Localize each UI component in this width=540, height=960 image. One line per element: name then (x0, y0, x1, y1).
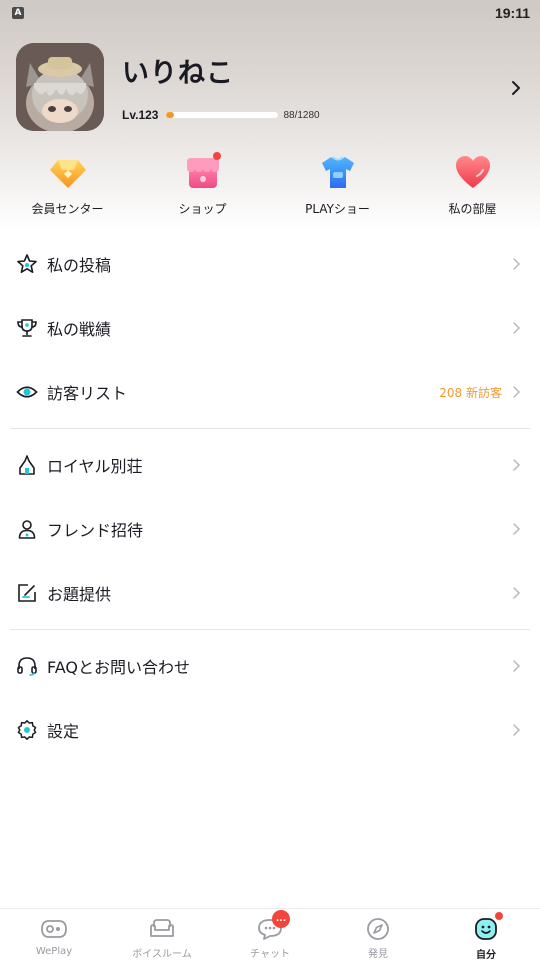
tab-weplay[interactable]: WePlay (0, 909, 108, 960)
headset-icon (16, 655, 38, 677)
quick-label-shop: ショップ (178, 202, 227, 216)
person-icon (16, 518, 38, 540)
level-row: Lv.123 88/1280 (122, 108, 320, 122)
quick-item-member-center[interactable]: 会員センター (0, 152, 135, 217)
quick-item-play-show[interactable]: PLAYショー (270, 152, 405, 217)
sofa-icon (147, 916, 177, 941)
avatar[interactable] (16, 43, 104, 131)
shop-icon (183, 152, 223, 192)
menu-item-settings[interactable]: 設定 (0, 698, 540, 762)
menu-item-visitor-list[interactable]: 訪客リスト 208 新訪客 (0, 360, 540, 424)
tab-discover[interactable]: 発見 (324, 909, 432, 960)
status-time: 19:11 (494, 5, 530, 21)
quick-item-shop[interactable]: ショップ (135, 152, 270, 217)
username: いりねこ (122, 58, 234, 89)
chevron-right-icon (513, 660, 521, 672)
menu-label-settings: 設定 (47, 722, 80, 741)
xp-progress-bar (166, 112, 279, 118)
menu-item-my-record[interactable]: 私の戦績 (0, 296, 540, 360)
tab-chat[interactable]: ... チャット (216, 909, 324, 960)
menu-label-suggest-topic: お題提供 (47, 585, 112, 604)
chevron-right-icon (513, 724, 521, 736)
xp-text: 88/1280 (283, 109, 320, 121)
star-icon (16, 253, 38, 275)
face-icon (471, 912, 503, 942)
chat-unread-badge: ... (272, 910, 290, 928)
menu-item-royal-villa[interactable]: ロイヤル別荘 (0, 433, 540, 497)
menu-divider (10, 428, 530, 429)
tab-label-chat: チャット (250, 949, 290, 960)
tab-voice-room[interactable]: ボイスルーム (108, 909, 216, 960)
menu-label-my-record: 私の戦績 (47, 320, 112, 339)
diamond-icon (48, 152, 88, 192)
quick-label-member-center: 会員センター (31, 202, 104, 216)
chevron-right-icon (513, 386, 521, 398)
quick-actions: 会員センター ショップ PLAYショー 私の部屋 (0, 152, 540, 217)
profile-card[interactable]: いりねこ Lv.123 88/1280 (16, 43, 320, 131)
level-label: Lv.123 (122, 108, 159, 122)
tab-label-weplay: WePlay (35, 946, 73, 957)
chevron-right-icon (513, 258, 521, 270)
menu-label-my-posts: 私の投稿 (47, 256, 112, 275)
menu-divider (10, 629, 530, 630)
trophy-icon (16, 317, 38, 339)
shop-notification-dot (212, 152, 221, 160)
xp-progress-fill (166, 112, 175, 118)
quick-label-my-room: 私の部屋 (448, 202, 497, 216)
status-bar: A 19:11 (0, 0, 540, 26)
compass-icon (363, 916, 393, 941)
edit-icon (16, 582, 38, 604)
profile-info: いりねこ Lv.123 88/1280 (122, 51, 320, 122)
new-visitor-count: 208 新訪客 (439, 385, 502, 400)
tab-label-discover: 発見 (368, 949, 388, 960)
menu-item-suggest-topic[interactable]: お題提供 (0, 561, 540, 625)
menu-label-visitor-list: 訪客リスト (47, 384, 128, 403)
menu-list: 私の投稿 私の戦績 訪客リスト 208 新訪客 ロイヤル別荘 フレンド招待 お題… (0, 232, 540, 762)
chevron-right-icon (513, 587, 521, 599)
eye-icon (16, 381, 38, 403)
tshirt-icon (318, 152, 358, 192)
tab-label-voice-room: ボイスルーム (132, 949, 192, 960)
menu-item-my-posts[interactable]: 私の投稿 (0, 232, 540, 296)
quick-item-my-room[interactable]: 私の部屋 (405, 152, 540, 217)
status-app-badge: A (12, 7, 24, 19)
chevron-right-icon (513, 459, 521, 471)
menu-item-faq[interactable]: FAQとお問い合わせ (0, 634, 540, 698)
villa-icon (16, 454, 38, 476)
tab-me[interactable]: 自分 (432, 909, 540, 960)
chevron-right-icon (513, 322, 521, 334)
chevron-right-icon (513, 523, 521, 535)
weplay-icon (39, 916, 69, 942)
heart-icon (453, 152, 493, 192)
avatar-illustration (16, 43, 104, 131)
chat-icon: ... (255, 910, 290, 941)
menu-item-invite-friend[interactable]: フレンド招待 (0, 497, 540, 561)
tab-label-me: 自分 (476, 950, 496, 960)
me-notification-dot (495, 912, 503, 920)
menu-label-faq: FAQとお問い合わせ (47, 658, 190, 677)
profile-chevron-right-icon[interactable] (506, 76, 526, 100)
bottom-tab-bar: WePlay ボイスルーム ... チャット 発見 自分 (0, 908, 540, 960)
gear-icon (16, 719, 38, 741)
menu-label-royal-villa: ロイヤル別荘 (47, 457, 143, 476)
quick-label-play-show: PLAYショー (305, 202, 370, 216)
menu-label-invite-friend: フレンド招待 (47, 521, 144, 540)
